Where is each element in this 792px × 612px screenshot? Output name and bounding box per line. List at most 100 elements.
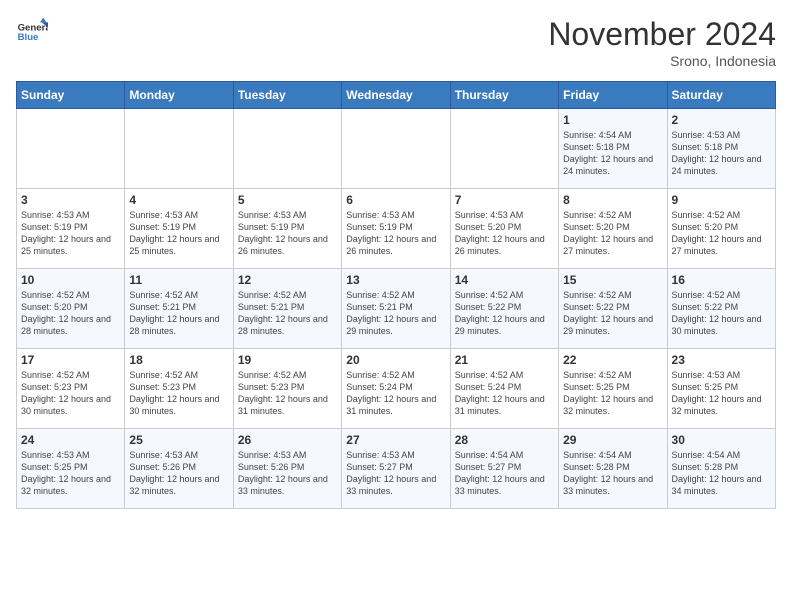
day-cell: 1 Sunrise: 4:54 AM Sunset: 5:18 PM Daylig… bbox=[559, 109, 667, 189]
day-info: Sunrise: 4:53 AM Sunset: 5:19 PM Dayligh… bbox=[238, 209, 337, 258]
day-number: 13 bbox=[346, 273, 445, 287]
day-info: Sunrise: 4:52 AM Sunset: 5:20 PM Dayligh… bbox=[672, 209, 771, 258]
day-cell bbox=[233, 109, 341, 189]
day-info: Sunrise: 4:52 AM Sunset: 5:20 PM Dayligh… bbox=[21, 289, 120, 338]
day-number: 4 bbox=[129, 193, 228, 207]
day-number: 2 bbox=[672, 113, 771, 127]
location: Srono, Indonesia bbox=[548, 53, 776, 69]
day-number: 6 bbox=[346, 193, 445, 207]
day-header-monday: Monday bbox=[125, 82, 233, 109]
day-info: Sunrise: 4:52 AM Sunset: 5:22 PM Dayligh… bbox=[563, 289, 662, 338]
calendar-table: SundayMondayTuesdayWednesdayThursdayFrid… bbox=[16, 81, 776, 509]
day-info: Sunrise: 4:52 AM Sunset: 5:22 PM Dayligh… bbox=[672, 289, 771, 338]
day-number: 10 bbox=[21, 273, 120, 287]
day-cell: 29 Sunrise: 4:54 AM Sunset: 5:28 PM Dayli… bbox=[559, 429, 667, 509]
day-cell: 6 Sunrise: 4:53 AM Sunset: 5:19 PM Daylig… bbox=[342, 189, 450, 269]
day-info: Sunrise: 4:53 AM Sunset: 5:19 PM Dayligh… bbox=[21, 209, 120, 258]
day-header-wednesday: Wednesday bbox=[342, 82, 450, 109]
month-title: November 2024 bbox=[548, 16, 776, 53]
page-header: General Blue November 2024 Srono, Indone… bbox=[16, 16, 776, 69]
day-cell: 3 Sunrise: 4:53 AM Sunset: 5:19 PM Daylig… bbox=[17, 189, 125, 269]
day-info: Sunrise: 4:54 AM Sunset: 5:28 PM Dayligh… bbox=[563, 449, 662, 498]
day-number: 29 bbox=[563, 433, 662, 447]
day-number: 20 bbox=[346, 353, 445, 367]
day-number: 30 bbox=[672, 433, 771, 447]
day-info: Sunrise: 4:53 AM Sunset: 5:19 PM Dayligh… bbox=[346, 209, 445, 258]
week-row-2: 3 Sunrise: 4:53 AM Sunset: 5:19 PM Daylig… bbox=[17, 189, 776, 269]
day-info: Sunrise: 4:53 AM Sunset: 5:25 PM Dayligh… bbox=[672, 369, 771, 418]
day-cell: 9 Sunrise: 4:52 AM Sunset: 5:20 PM Daylig… bbox=[667, 189, 775, 269]
day-info: Sunrise: 4:52 AM Sunset: 5:21 PM Dayligh… bbox=[238, 289, 337, 338]
week-row-3: 10 Sunrise: 4:52 AM Sunset: 5:20 PM Dayli… bbox=[17, 269, 776, 349]
day-number: 1 bbox=[563, 113, 662, 127]
day-info: Sunrise: 4:52 AM Sunset: 5:25 PM Dayligh… bbox=[563, 369, 662, 418]
day-number: 21 bbox=[455, 353, 554, 367]
day-info: Sunrise: 4:53 AM Sunset: 5:18 PM Dayligh… bbox=[672, 129, 771, 178]
day-number: 11 bbox=[129, 273, 228, 287]
day-info: Sunrise: 4:52 AM Sunset: 5:23 PM Dayligh… bbox=[21, 369, 120, 418]
day-cell bbox=[125, 109, 233, 189]
day-cell: 26 Sunrise: 4:53 AM Sunset: 5:26 PM Dayli… bbox=[233, 429, 341, 509]
day-info: Sunrise: 4:53 AM Sunset: 5:27 PM Dayligh… bbox=[346, 449, 445, 498]
day-cell: 28 Sunrise: 4:54 AM Sunset: 5:27 PM Dayli… bbox=[450, 429, 558, 509]
day-info: Sunrise: 4:54 AM Sunset: 5:18 PM Dayligh… bbox=[563, 129, 662, 178]
day-cell: 4Sunrise: 4:53 AM Sunset: 5:19 PM Daylig… bbox=[125, 189, 233, 269]
day-cell: 12 Sunrise: 4:52 AM Sunset: 5:21 PM Dayli… bbox=[233, 269, 341, 349]
day-cell: 17 Sunrise: 4:52 AM Sunset: 5:23 PM Dayli… bbox=[17, 349, 125, 429]
day-header-sunday: Sunday bbox=[17, 82, 125, 109]
day-header-saturday: Saturday bbox=[667, 82, 775, 109]
day-number: 14 bbox=[455, 273, 554, 287]
day-number: 22 bbox=[563, 353, 662, 367]
day-info: Sunrise: 4:52 AM Sunset: 5:22 PM Dayligh… bbox=[455, 289, 554, 338]
day-number: 18 bbox=[129, 353, 228, 367]
header-row: SundayMondayTuesdayWednesdayThursdayFrid… bbox=[17, 82, 776, 109]
day-cell: 22 Sunrise: 4:52 AM Sunset: 5:25 PM Dayli… bbox=[559, 349, 667, 429]
day-info: Sunrise: 4:52 AM Sunset: 5:23 PM Dayligh… bbox=[238, 369, 337, 418]
day-number: 16 bbox=[672, 273, 771, 287]
day-cell: 8Sunrise: 4:52 AM Sunset: 5:20 PM Daylig… bbox=[559, 189, 667, 269]
day-cell: 14 Sunrise: 4:52 AM Sunset: 5:22 PM Dayli… bbox=[450, 269, 558, 349]
day-cell: 20 Sunrise: 4:52 AM Sunset: 5:24 PM Dayli… bbox=[342, 349, 450, 429]
day-cell: 7 Sunrise: 4:53 AM Sunset: 5:20 PM Daylig… bbox=[450, 189, 558, 269]
day-info: Sunrise: 4:54 AM Sunset: 5:27 PM Dayligh… bbox=[455, 449, 554, 498]
day-number: 24 bbox=[21, 433, 120, 447]
day-cell: 24Sunrise: 4:53 AM Sunset: 5:25 PM Dayli… bbox=[17, 429, 125, 509]
day-cell: 30 Sunrise: 4:54 AM Sunset: 5:28 PM Dayli… bbox=[667, 429, 775, 509]
day-number: 17 bbox=[21, 353, 120, 367]
day-number: 5 bbox=[238, 193, 337, 207]
day-cell: 25Sunrise: 4:53 AM Sunset: 5:26 PM Dayli… bbox=[125, 429, 233, 509]
day-number: 26 bbox=[238, 433, 337, 447]
day-header-tuesday: Tuesday bbox=[233, 82, 341, 109]
day-info: Sunrise: 4:52 AM Sunset: 5:24 PM Dayligh… bbox=[455, 369, 554, 418]
day-info: Sunrise: 4:53 AM Sunset: 5:26 PM Dayligh… bbox=[238, 449, 337, 498]
day-number: 7 bbox=[455, 193, 554, 207]
svg-text:Blue: Blue bbox=[18, 32, 39, 43]
day-number: 9 bbox=[672, 193, 771, 207]
day-cell: 15Sunrise: 4:52 AM Sunset: 5:22 PM Dayli… bbox=[559, 269, 667, 349]
logo: General Blue bbox=[16, 16, 48, 48]
day-info: Sunrise: 4:54 AM Sunset: 5:28 PM Dayligh… bbox=[672, 449, 771, 498]
title-section: November 2024 Srono, Indonesia bbox=[548, 16, 776, 69]
day-info: Sunrise: 4:52 AM Sunset: 5:21 PM Dayligh… bbox=[129, 289, 228, 338]
day-number: 12 bbox=[238, 273, 337, 287]
day-cell: 2 Sunrise: 4:53 AM Sunset: 5:18 PM Daylig… bbox=[667, 109, 775, 189]
day-cell: 21 Sunrise: 4:52 AM Sunset: 5:24 PM Dayli… bbox=[450, 349, 558, 429]
day-number: 3 bbox=[21, 193, 120, 207]
day-cell: 16 Sunrise: 4:52 AM Sunset: 5:22 PM Dayli… bbox=[667, 269, 775, 349]
day-header-thursday: Thursday bbox=[450, 82, 558, 109]
day-info: Sunrise: 4:52 AM Sunset: 5:23 PM Dayligh… bbox=[129, 369, 228, 418]
day-info: Sunrise: 4:52 AM Sunset: 5:20 PM Dayligh… bbox=[563, 209, 662, 258]
day-cell bbox=[342, 109, 450, 189]
day-cell bbox=[17, 109, 125, 189]
day-info: Sunrise: 4:52 AM Sunset: 5:21 PM Dayligh… bbox=[346, 289, 445, 338]
day-cell: 10 Sunrise: 4:52 AM Sunset: 5:20 PM Dayli… bbox=[17, 269, 125, 349]
day-info: Sunrise: 4:53 AM Sunset: 5:20 PM Dayligh… bbox=[455, 209, 554, 258]
day-cell: 5 Sunrise: 4:53 AM Sunset: 5:19 PM Daylig… bbox=[233, 189, 341, 269]
day-header-friday: Friday bbox=[559, 82, 667, 109]
day-number: 28 bbox=[455, 433, 554, 447]
day-cell: 13 Sunrise: 4:52 AM Sunset: 5:21 PM Dayli… bbox=[342, 269, 450, 349]
day-number: 25 bbox=[129, 433, 228, 447]
day-cell: 27Sunrise: 4:53 AM Sunset: 5:27 PM Dayli… bbox=[342, 429, 450, 509]
logo-icon: General Blue bbox=[16, 16, 48, 48]
day-info: Sunrise: 4:52 AM Sunset: 5:24 PM Dayligh… bbox=[346, 369, 445, 418]
